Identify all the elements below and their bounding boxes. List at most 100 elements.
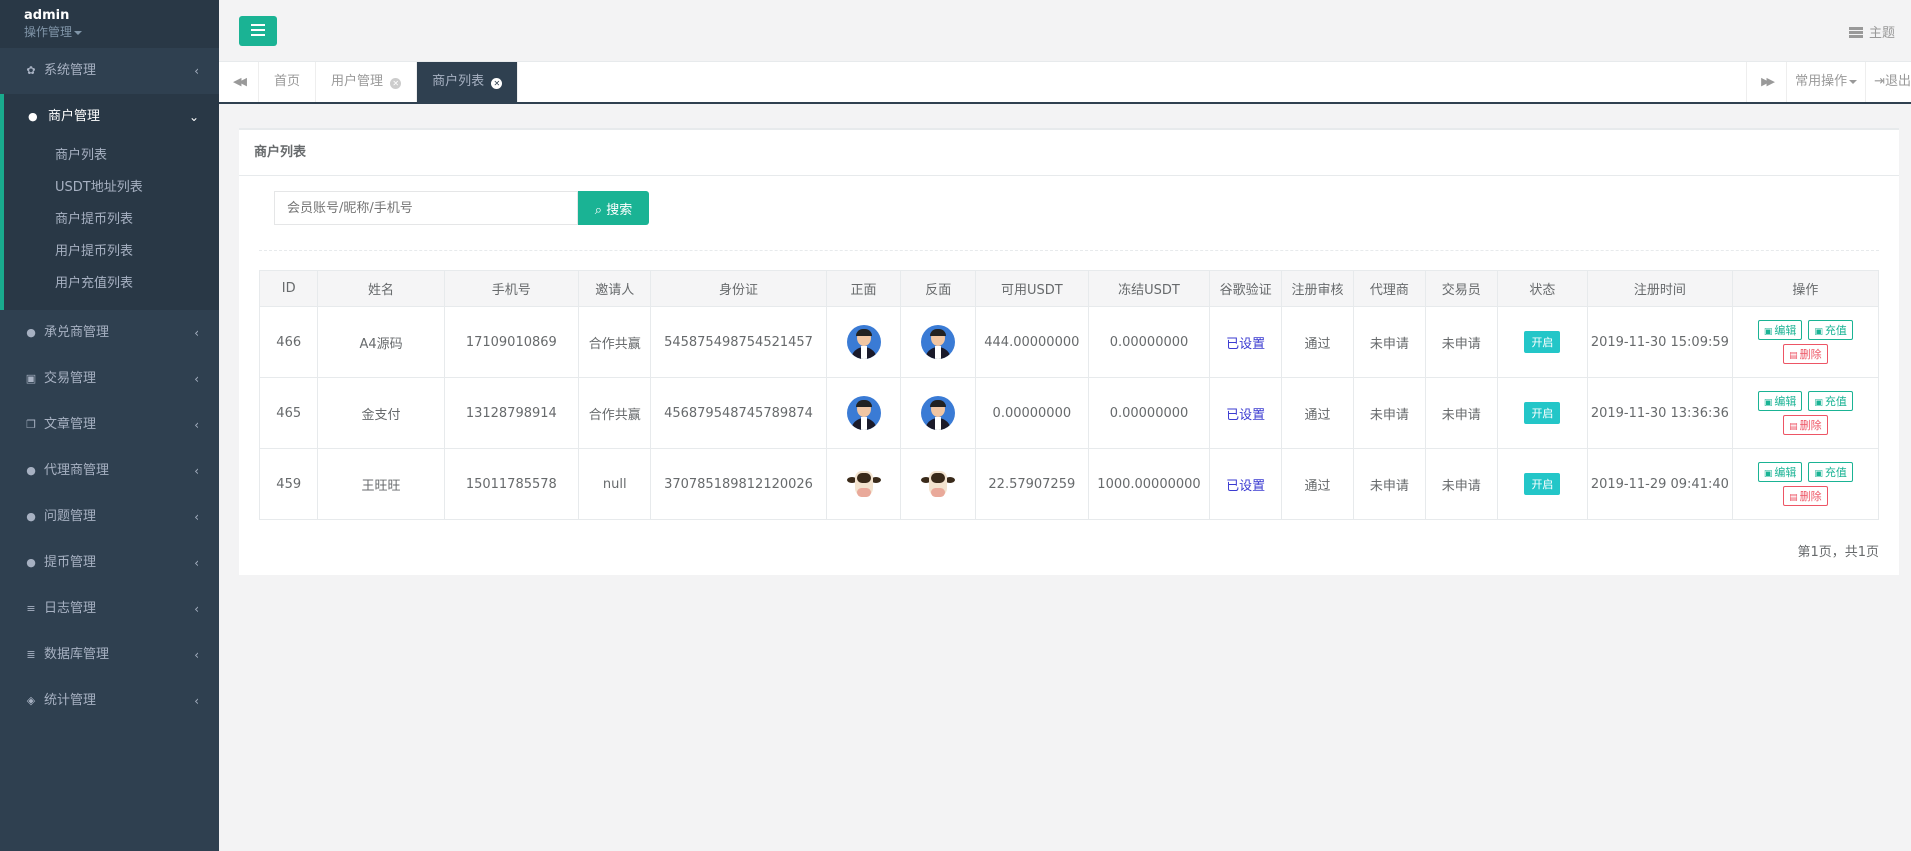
theme-label: 主题	[1868, 26, 1895, 41]
ops-label: 常用操作	[1795, 74, 1848, 89]
user-icon: ●	[26, 556, 36, 569]
submenu-item[interactable]: USDT地址列表	[4, 172, 219, 204]
copy-icon: ▣	[1763, 469, 1773, 479]
status-badge[interactable]: 开启	[1524, 473, 1561, 495]
menu-label: 商户管理	[48, 109, 101, 124]
id-photo-avatar[interactable]	[921, 396, 956, 430]
submenu-item[interactable]: 用户提币列表	[4, 236, 219, 268]
cell-actions: ▣ 编辑 ▣ 充值 ▤ 删除	[1731, 377, 1880, 449]
copy-icon: ❐	[26, 418, 36, 431]
recharge-button[interactable]: ▣ 充值	[1808, 391, 1853, 411]
cell-time: 2019-11-29 09:41:40	[1586, 448, 1733, 520]
common-ops-dropdown[interactable]: 常用操作	[1786, 62, 1865, 102]
menu-item[interactable]: ❐ 文章管理 ‹	[0, 402, 219, 448]
menu-item[interactable]: ≡ 日志管理 ‹	[0, 586, 219, 632]
cell-inviter: null	[577, 448, 652, 520]
tab-user-management[interactable]: 用户管理 ✕	[316, 62, 418, 102]
role-label: 操作管理	[24, 25, 73, 39]
cell-status: 开启	[1496, 448, 1588, 520]
close-icon[interactable]: ✕	[491, 78, 503, 89]
delete-button[interactable]: ▤ 删除	[1783, 486, 1828, 506]
search-button[interactable]: ⌕ 搜索	[578, 191, 649, 225]
cow-image[interactable]	[846, 467, 881, 501]
id-photo-avatar[interactable]	[921, 325, 956, 359]
submenu: 商户列表 USDT地址列表 商户提币列表 用户提币列表 用户充值列表	[4, 140, 219, 300]
menu-merchant-head[interactable]: ● 商户管理 ⌄	[4, 94, 219, 140]
menu-item[interactable]: ● 提币管理 ‹	[0, 540, 219, 586]
menu-item[interactable]: ≣ 数据库管理 ‹	[0, 632, 219, 678]
topbar: 主题	[219, 0, 1911, 62]
search-row: ⌕ 搜索	[274, 191, 649, 225]
google-auth-link[interactable]: 已设置	[1226, 408, 1265, 423]
column-header: 冻结USDT	[1087, 270, 1211, 307]
column-header: 注册时间	[1586, 270, 1733, 307]
trash-icon: ▤	[1789, 493, 1798, 503]
recharge-button[interactable]: ▣ 充值	[1808, 462, 1853, 482]
tab-scroll-left-icon[interactable]: ◀◀	[219, 62, 259, 102]
chevron-left-icon: ‹	[194, 694, 199, 708]
menu-item[interactable]: ● 代理商管理 ‹	[0, 448, 219, 494]
exit-button[interactable]: ⇥退出	[1865, 62, 1911, 102]
menu-item[interactable]: ● 问题管理 ‹	[0, 494, 219, 540]
column-header: 操作	[1731, 270, 1880, 307]
table-header-row: ID 姓名 手机号 邀请人 身份证 正面 反面 可用USDT 冻结USDT 谷歌验证 注册审核 代理商…	[258, 270, 1880, 307]
menu-label: 日志管理	[44, 601, 97, 616]
exit-label: 退出	[1884, 74, 1911, 89]
button-label: 编辑	[1774, 395, 1797, 408]
search-icon: ⌕	[594, 202, 603, 218]
cow-image[interactable]	[921, 467, 956, 501]
menu-item[interactable]: ◈ 统计管理 ‹	[0, 678, 219, 724]
column-header: 谷歌验证	[1209, 270, 1282, 307]
edit-button[interactable]: ▣ 编辑	[1757, 320, 1803, 340]
status-badge[interactable]: 开启	[1524, 402, 1561, 424]
cell-idcard: 545875498754521457	[650, 306, 827, 378]
menu-item[interactable]: ▣ 交易管理 ‹	[0, 356, 219, 402]
menu-item[interactable]: ● 承兑商管理 ‹	[0, 310, 219, 356]
profile[interactable]: admin 操作管理	[0, 0, 219, 48]
button-label: 删除	[1799, 348, 1822, 361]
chevron-left-icon: ‹	[194, 326, 199, 340]
cell-id: 465	[258, 377, 319, 449]
delete-button[interactable]: ▤ 删除	[1783, 344, 1828, 364]
cell-front	[825, 377, 902, 449]
recharge-button[interactable]: ▣ 充值	[1808, 320, 1853, 340]
tab-scroll-right-icon[interactable]: ▶▶	[1746, 62, 1786, 102]
cell-status: 开启	[1496, 306, 1588, 378]
cell-actions: ▣ 编辑 ▣ 充值 ▤ 删除	[1731, 306, 1880, 378]
cell-inviter: 合作共赢	[577, 377, 652, 449]
cell-back	[900, 306, 977, 378]
edit-button[interactable]: ▣ 编辑	[1757, 462, 1803, 482]
column-header: 可用USDT	[975, 270, 1089, 307]
cell-front	[825, 448, 902, 520]
user-icon: ●	[26, 326, 36, 339]
tab-merchant-list[interactable]: 商户列表 ✕	[417, 62, 519, 102]
submenu-item[interactable]: 商户列表	[4, 140, 219, 172]
cell-trader: 未申请	[1424, 306, 1498, 378]
status-badge[interactable]: 开启	[1524, 331, 1561, 353]
menu-label: 系统管理	[44, 63, 97, 78]
google-auth-link[interactable]: 已设置	[1226, 337, 1265, 352]
tab-list: 首页 用户管理 ✕ 商户列表 ✕	[259, 62, 519, 102]
table-body: 466 A4源码 17109010869 合作共赢 545875498754521457…	[258, 306, 1880, 520]
menu-toggle-button[interactable]	[239, 16, 277, 46]
sign-out-icon: ⇥	[1874, 74, 1885, 89]
tab-home[interactable]: 首页	[259, 62, 317, 102]
submenu-item[interactable]: 商户提币列表	[4, 204, 219, 236]
chevron-left-icon: ‹	[194, 602, 199, 616]
search-input[interactable]	[274, 191, 578, 225]
google-auth-link[interactable]: 已设置	[1226, 479, 1265, 494]
delete-button[interactable]: ▤ 删除	[1783, 415, 1828, 435]
button-label: 编辑	[1774, 324, 1797, 337]
close-icon[interactable]: ✕	[390, 78, 402, 89]
id-photo-avatar[interactable]	[846, 325, 881, 359]
tab-label: 用户管理	[331, 74, 384, 89]
id-photo-avatar[interactable]	[846, 396, 881, 430]
role-dropdown[interactable]: 操作管理	[24, 24, 219, 40]
column-header: 邀请人	[577, 270, 652, 307]
submenu-item[interactable]: 用户充值列表	[4, 268, 219, 300]
menu-system[interactable]: ✿ 系统管理 ‹	[0, 48, 219, 94]
chevron-left-icon: ‹	[194, 556, 199, 570]
theme-button[interactable]: 主题	[1848, 22, 1895, 41]
edit-button[interactable]: ▣ 编辑	[1757, 391, 1803, 411]
cell-phone: 15011785578	[443, 448, 580, 520]
